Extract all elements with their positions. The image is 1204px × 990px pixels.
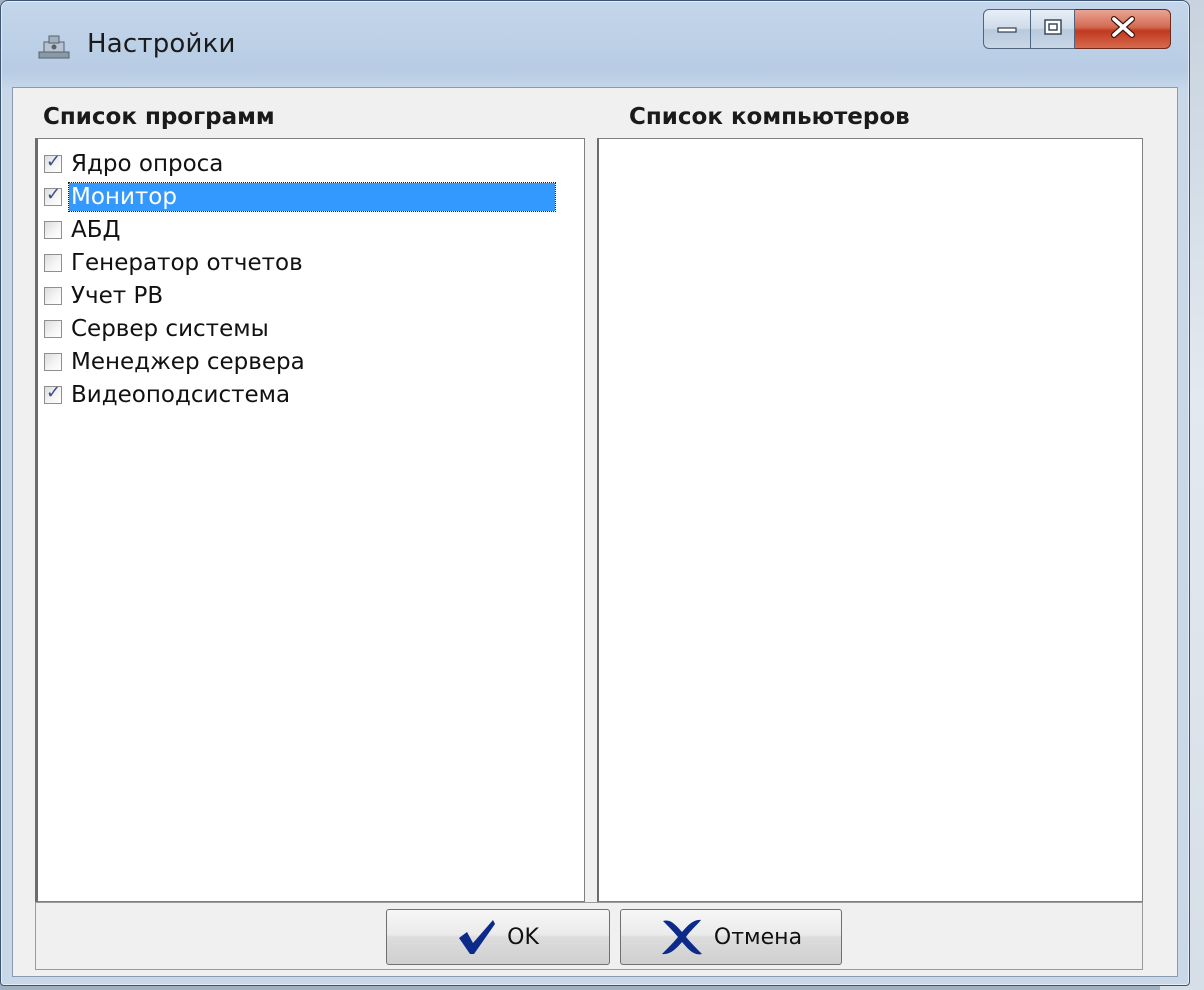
program-label: Генератор отчетов (71, 249, 303, 276)
programs-checklist[interactable]: ✓ Ядро опроса ✓ Монитор АБД Генератор отчетов… (35, 138, 585, 902)
program-list-item[interactable]: Учет РВ (44, 279, 584, 312)
programs-list: ✓ Ядро опроса ✓ Монитор АБД Генератор отчетов… (38, 139, 584, 411)
checkbox-unchecked[interactable] (44, 220, 62, 239)
checkbox-unchecked[interactable] (44, 319, 62, 338)
program-list-item[interactable]: Менеджер сервера (44, 345, 584, 378)
checkbox-unchecked[interactable] (44, 352, 62, 371)
ok-button[interactable]: OK (386, 909, 610, 965)
program-label: Сервер системы (71, 315, 269, 342)
settings-window: Настройки Список программ Список компьют… (0, 0, 1190, 986)
settings-window-icon (37, 32, 71, 62)
dialog-client-area: Список программ Список компьютеров ✓ Ядро… (12, 87, 1178, 977)
program-label: Менеджер сервера (71, 348, 305, 375)
program-label: Монитор (68, 181, 556, 212)
close-button[interactable] (1075, 9, 1171, 49)
program-label: Ядро опроса (71, 150, 224, 177)
cross-icon (660, 917, 704, 957)
program-label: Видеоподсистема (71, 381, 291, 408)
cancel-button[interactable]: Отмена (620, 909, 842, 965)
program-list-item[interactable]: ✓ Ядро опроса (44, 147, 584, 180)
title-bar[interactable]: Настройки (1, 1, 1189, 89)
checkbox-unchecked[interactable] (44, 253, 62, 272)
program-label: АБД (71, 216, 121, 243)
computers-list[interactable] (597, 138, 1143, 902)
minimize-button[interactable] (983, 9, 1031, 49)
checkbox-unchecked[interactable] (44, 286, 62, 305)
checkbox-checked[interactable]: ✓ (44, 382, 62, 404)
window-title: Настройки (87, 29, 236, 59)
computers-header: Список компьютеров (629, 104, 910, 130)
check-mark-icon: ✓ (46, 381, 62, 403)
checkmark-icon (457, 918, 497, 956)
checkbox-checked[interactable]: ✓ (44, 184, 62, 206)
ok-label: OK (507, 924, 539, 950)
program-list-item[interactable]: ✓ Видеоподсистема (44, 378, 584, 411)
program-list-item[interactable]: Генератор отчетов (44, 246, 584, 279)
program-list-item[interactable]: Сервер системы (44, 312, 584, 345)
program-label: Учет РВ (71, 282, 164, 309)
cancel-label: Отмена (713, 924, 803, 950)
program-list-item[interactable]: ✓ Монитор (44, 180, 584, 213)
checkbox-checked[interactable]: ✓ (44, 151, 62, 173)
programs-header: Список программ (43, 104, 275, 130)
minimize-icon (997, 20, 1017, 39)
program-list-item[interactable]: АБД (44, 213, 584, 246)
maximize-icon (1043, 19, 1062, 39)
close-icon (1110, 16, 1136, 42)
caption-buttons (983, 9, 1171, 51)
check-mark-icon: ✓ (46, 183, 62, 205)
check-mark-icon: ✓ (46, 150, 62, 172)
maximize-button[interactable] (1031, 9, 1075, 49)
button-bar: OK Отмена (35, 902, 1143, 970)
